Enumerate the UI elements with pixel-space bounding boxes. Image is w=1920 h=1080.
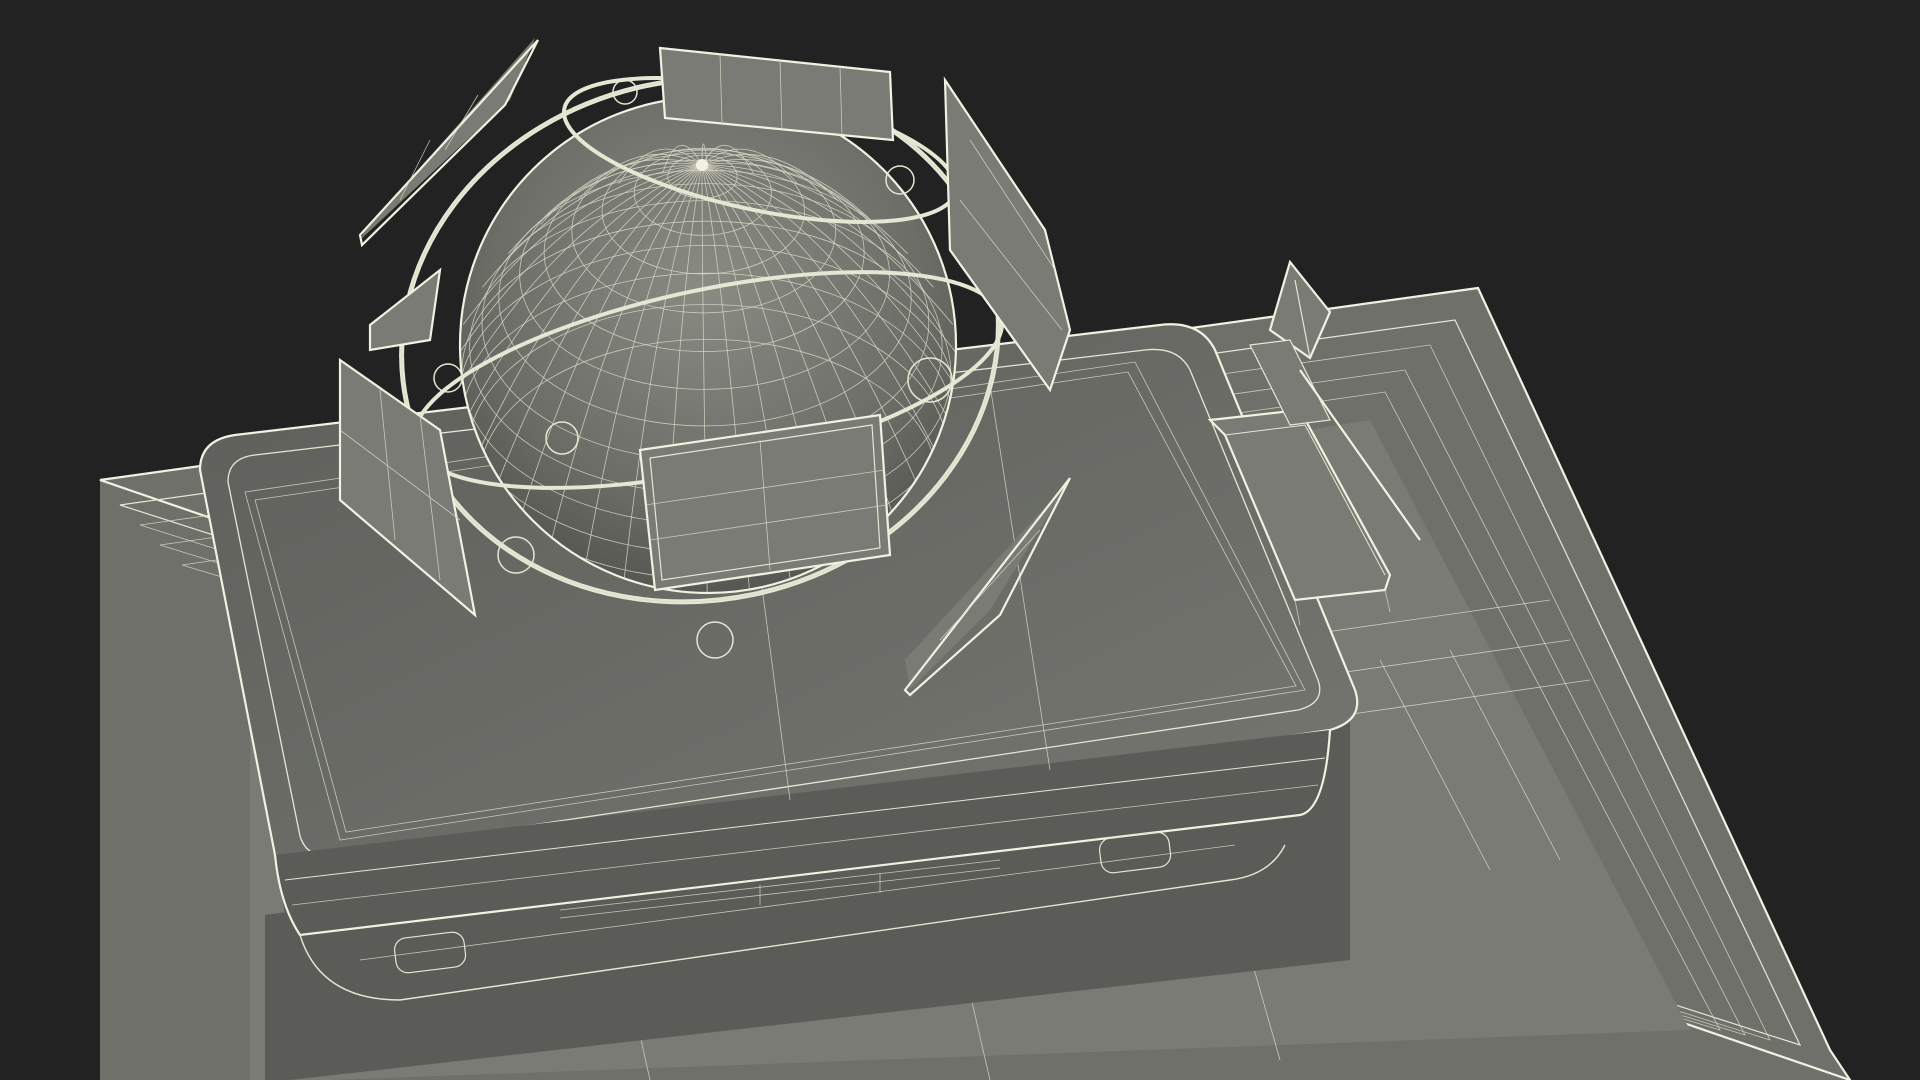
render-viewport <box>0 0 1920 1080</box>
wireframe-scene <box>99 38 1852 1080</box>
solar-panel <box>368 267 442 352</box>
